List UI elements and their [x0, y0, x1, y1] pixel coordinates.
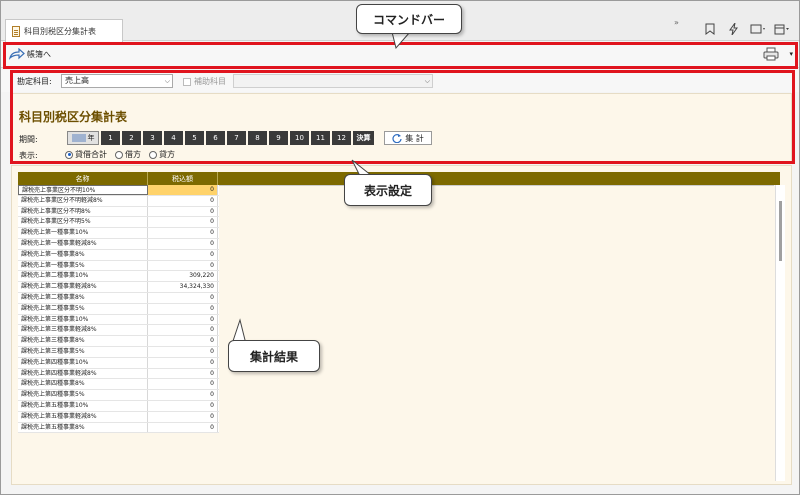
display-settings-callout: 表示設定: [344, 174, 432, 206]
command-bar-callout: コマンドバー: [356, 4, 462, 34]
callout-tails: [231, 31, 412, 345]
results-callout: 集計結果: [228, 340, 320, 372]
